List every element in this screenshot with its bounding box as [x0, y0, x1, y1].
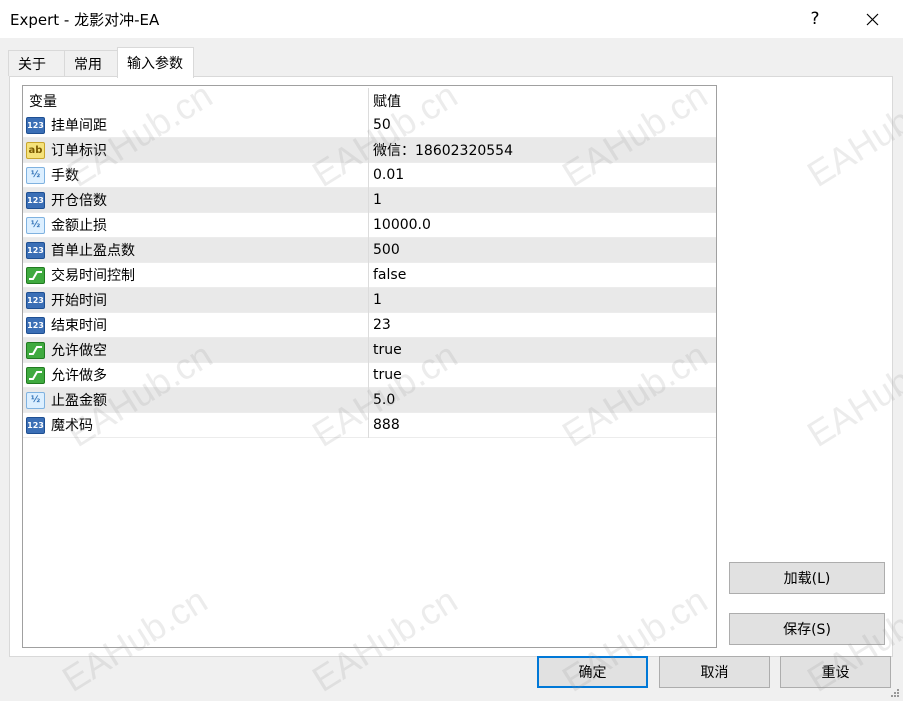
- bool-type-icon: [26, 341, 45, 359]
- int-type-icon: 123: [26, 116, 45, 134]
- parameter-variable-cell: ½ 金额止损: [23, 212, 369, 238]
- parameter-row[interactable]: ab 订单标识 微信：18602320554: [23, 137, 716, 163]
- int-type-icon: 123: [26, 191, 45, 209]
- parameter-value[interactable]: 23: [369, 313, 716, 338]
- parameter-row[interactable]: ½ 手数 0.01: [23, 162, 716, 188]
- parameter-variable-cell: ½ 止盈金额: [23, 387, 369, 413]
- parameter-variable-cell: 交易时间控制: [23, 262, 369, 288]
- parameter-row[interactable]: 允许做多 true: [23, 362, 716, 388]
- parameter-row[interactable]: ½ 金额止损 10000.0: [23, 212, 716, 238]
- parameter-value[interactable]: true: [369, 338, 716, 363]
- bool-type-icon: [26, 266, 45, 284]
- window-title: Expert - 龙影对冲-EA: [10, 11, 160, 29]
- int-type-icon: 123: [26, 241, 45, 259]
- parameter-value[interactable]: 1: [369, 288, 716, 313]
- string-type-icon: ab: [26, 141, 45, 159]
- parameter-value[interactable]: 1: [369, 188, 716, 213]
- parameter-value[interactable]: true: [369, 363, 716, 388]
- int-type-icon: 123: [26, 291, 45, 309]
- parameter-row[interactable]: 123 开始时间 1: [23, 287, 716, 313]
- parameter-name: 手数: [51, 168, 79, 184]
- save-button[interactable]: 保存(S): [729, 613, 885, 645]
- parameter-value[interactable]: false: [369, 263, 716, 288]
- int-type-icon: 123: [26, 416, 45, 434]
- bool-type-icon: [26, 366, 45, 384]
- parameter-row[interactable]: 123 首单止盈点数 500: [23, 237, 716, 263]
- parameter-row[interactable]: 123 结束时间 23: [23, 312, 716, 338]
- tab-common[interactable]: 常用: [64, 50, 118, 76]
- parameter-value[interactable]: 微信：18602320554: [369, 138, 716, 163]
- ok-button[interactable]: 确定: [537, 656, 648, 688]
- double-type-icon: ½: [26, 216, 45, 234]
- parameters-grid: 变量 赋值 123 挂单间距 50 ab 订单标识 微信：18602320554 ½ 手数 0.…: [22, 85, 717, 648]
- tab-about[interactable]: 关于: [8, 50, 65, 76]
- tab-inputs[interactable]: 输入参数: [117, 47, 194, 78]
- parameter-value[interactable]: 5.0: [369, 388, 716, 413]
- parameter-name: 结束时间: [51, 318, 107, 334]
- parameter-value[interactable]: 0.01: [369, 163, 716, 188]
- parameter-variable-cell: 允许做多: [23, 362, 369, 388]
- parameter-name: 魔术码: [51, 418, 93, 434]
- parameter-name: 金额止损: [51, 218, 107, 234]
- cancel-button[interactable]: 取消: [659, 656, 770, 688]
- parameter-row[interactable]: ½ 止盈金额 5.0: [23, 387, 716, 413]
- parameter-variable-cell: ½ 手数: [23, 162, 369, 188]
- resize-grip-icon[interactable]: [890, 688, 900, 698]
- parameter-name: 允许做空: [51, 343, 107, 359]
- help-button[interactable]: ?: [792, 0, 838, 38]
- int-type-icon: 123: [26, 316, 45, 334]
- column-header-variable[interactable]: 变量: [23, 88, 369, 113]
- parameter-variable-cell: 123 开始时间: [23, 287, 369, 313]
- reset-button[interactable]: 重设: [780, 656, 891, 688]
- parameter-row[interactable]: 123 魔术码 888: [23, 412, 716, 438]
- parameter-value[interactable]: 50: [369, 113, 716, 138]
- grid-header: 变量 赋值: [23, 88, 716, 113]
- double-type-icon: ½: [26, 166, 45, 184]
- parameter-name: 允许做多: [51, 368, 107, 384]
- close-button[interactable]: [849, 0, 895, 38]
- title-bar: Expert - 龙影对冲-EA ?: [0, 0, 903, 38]
- parameter-variable-cell: 允许做空: [23, 337, 369, 363]
- parameter-row[interactable]: 123 挂单间距 50: [23, 112, 716, 138]
- double-type-icon: ½: [26, 391, 45, 409]
- parameter-value[interactable]: 10000.0: [369, 213, 716, 238]
- load-button[interactable]: 加载(L): [729, 562, 885, 594]
- column-header-value[interactable]: 赋值: [369, 88, 716, 113]
- parameter-value[interactable]: 500: [369, 238, 716, 263]
- parameter-name: 开始时间: [51, 293, 107, 309]
- parameter-variable-cell: 123 结束时间: [23, 312, 369, 338]
- parameter-name: 首单止盈点数: [51, 243, 135, 259]
- parameter-row[interactable]: 允许做空 true: [23, 337, 716, 363]
- close-icon: [866, 13, 878, 25]
- parameter-variable-cell: 123 魔术码: [23, 412, 369, 438]
- parameter-variable-cell: ab 订单标识: [23, 137, 369, 163]
- parameter-variable-cell: 123 首单止盈点数: [23, 237, 369, 263]
- parameter-name: 挂单间距: [51, 118, 107, 134]
- parameter-value[interactable]: 888: [369, 413, 716, 438]
- parameter-variable-cell: 123 挂单间距: [23, 112, 369, 138]
- parameter-row[interactable]: 123 开仓倍数 1: [23, 187, 716, 213]
- parameter-variable-cell: 123 开仓倍数: [23, 187, 369, 213]
- parameter-name: 开仓倍数: [51, 193, 107, 209]
- parameter-name: 止盈金额: [51, 393, 107, 409]
- parameter-name: 订单标识: [51, 143, 107, 159]
- parameter-name: 交易时间控制: [51, 268, 135, 284]
- parameter-row[interactable]: 交易时间控制 false: [23, 262, 716, 288]
